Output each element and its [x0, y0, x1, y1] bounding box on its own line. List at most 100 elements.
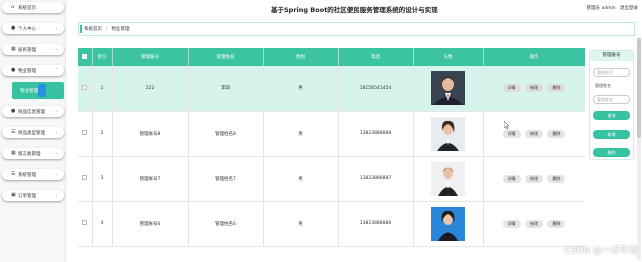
table-row[interactable]: 4 管理账号6 管理姓名6 男 13823888886 详情 修改 删除 — [78, 201, 585, 247]
top-header: 基于Spring Boot的社区便民服务管理系统的设计与实现 管理员 admin… — [66, 0, 642, 16]
index-cell: 4 — [92, 201, 113, 247]
actions-cell: 详情 修改 删除 — [483, 111, 585, 157]
sidebar-item-messages[interactable]: ▦ 留言板管理 ⌄ — [2, 148, 64, 159]
chevron-down-icon: ⌄ — [54, 171, 58, 176]
row-checkbox[interactable] — [82, 130, 88, 135]
phone-cell: 18156541454 — [338, 66, 414, 112]
row-checkbox[interactable] — [82, 84, 88, 90]
scrollbar-thumb[interactable] — [637, 38, 641, 138]
person-icon: ● — [11, 67, 16, 73]
sidebar-item-label: 个人中心 — [18, 26, 36, 32]
avatar-photo — [431, 161, 465, 196]
avatar-photo — [431, 206, 465, 241]
user-area: 管理员 admin 退出登录 — [584, 5, 638, 11]
row-select-cell[interactable] — [78, 201, 93, 247]
sidebar-item-label: 系统管理 — [18, 172, 36, 178]
add-button[interactable]: 新增 — [593, 130, 630, 139]
column-header: 管理账号 — [112, 48, 189, 66]
column-header: 操作 — [483, 48, 585, 66]
sidebar-item-label: 订单管理 — [18, 193, 36, 199]
submenu-item-property-management[interactable]: 物业管理 — [12, 82, 64, 99]
batch-delete-button[interactable]: 删除 — [593, 148, 630, 157]
edit-button[interactable]: 修改 — [525, 84, 543, 93]
detail-button[interactable]: 详情 — [502, 84, 521, 93]
row-checkbox[interactable] — [82, 220, 88, 225]
list-icon: ☰ — [11, 171, 16, 177]
name-search-input[interactable]: 管理姓名 — [593, 95, 630, 104]
select-all-header[interactable] — [78, 48, 93, 66]
watermark: CSDN @一点毕设 — [564, 246, 638, 256]
gender-cell: 男 — [263, 201, 339, 247]
grid-icon: ▦ — [11, 46, 16, 52]
actions-cell: 详情 修改 删除 — [483, 201, 585, 247]
delete-button[interactable]: 删除 — [547, 129, 566, 138]
index-cell: 2 — [92, 111, 113, 157]
table-row[interactable]: 3 管理账号7 管理姓名7 男 13823888887 详情 修改 删除 — [78, 156, 585, 202]
delete-button[interactable]: 删除 — [547, 174, 566, 183]
chevron-down-icon: ⌄ — [54, 129, 58, 134]
sidebar-item-profile[interactable]: ● 个人中心 ⌄ — [2, 23, 64, 34]
logout-link[interactable]: 退出登录 — [620, 6, 638, 11]
sidebar-item-label: 商品类型管理 — [18, 130, 45, 136]
avatar-cell — [413, 111, 484, 157]
phone-cell: 13823888888 — [338, 111, 414, 157]
detail-button[interactable]: 详情 — [502, 129, 521, 138]
breadcrumb: 系统首页 | 物业管理 — [78, 22, 635, 36]
edit-button[interactable]: 修改 — [525, 174, 543, 183]
sidebar-item-goods-info[interactable]: ● 商品信息管理 ⌄ — [2, 106, 64, 117]
vertical-scrollbar[interactable] — [637, 38, 641, 260]
table-row[interactable]: 1 222 李四 男 18156541454 详情 修改 删除 — [78, 66, 585, 112]
cart-icon: ▣ — [11, 192, 16, 198]
sidebar-item-property[interactable]: ● 物业管理 ⌃ — [2, 65, 64, 76]
account-search-input[interactable]: 管理账号 — [593, 68, 630, 77]
select-all-checkbox[interactable] — [82, 53, 88, 59]
chevron-down-icon: ⌄ — [54, 46, 58, 51]
chevron-down-icon: ⌄ — [54, 150, 58, 155]
avatar-cell — [413, 156, 484, 202]
index-cell: 3 — [92, 156, 113, 202]
sidebar-item-goods-type[interactable]: ☰ 商品类型管理 ⌄ — [2, 127, 64, 138]
edit-button[interactable]: 修改 — [525, 129, 543, 138]
row-select-cell[interactable] — [78, 111, 93, 157]
sidebar-item-label: 留言板管理 — [18, 151, 41, 157]
account-cell: 管理账号6 — [112, 201, 189, 247]
app-title: 基于Spring Boot的社区便民服务管理系统的设计与实现 — [271, 6, 438, 14]
column-header: 头像 — [413, 48, 484, 66]
actions-cell: 详情 修改 删除 — [483, 156, 585, 202]
sidebar-item-system[interactable]: ☰ 系统管理 ⌄ — [2, 169, 64, 180]
sidebar-item-residents[interactable]: ▦ 居民管理 ⌄ — [2, 44, 64, 55]
column-header: 索引 — [92, 48, 113, 66]
phone-cell: 13823888886 — [338, 201, 414, 247]
account-cell: 管理账号7 — [112, 156, 189, 202]
row-select-cell[interactable] — [78, 66, 93, 112]
row-select-cell[interactable] — [78, 156, 93, 202]
sidebar-item-home[interactable]: ⌂ 系统首页 — [2, 2, 64, 13]
avatar-cell — [413, 66, 484, 112]
sidebar-item-label: 居民管理 — [18, 47, 36, 53]
avatar-photo — [431, 116, 465, 151]
row-checkbox[interactable] — [82, 175, 88, 180]
grid-icon: ▦ — [11, 150, 16, 156]
table-row[interactable]: 2 管理账号8 管理姓名8 男 13823888888 详情 修改 删除 — [78, 111, 585, 157]
breadcrumb-home[interactable]: 系统首页 — [84, 26, 102, 32]
detail-button[interactable]: 详情 — [502, 219, 521, 228]
person-icon: ● — [11, 25, 16, 31]
sidebar-item-orders[interactable]: ▣ 订单管理 ⌄ — [2, 190, 64, 201]
user-name: 管理员 admin — [586, 6, 616, 11]
mouse-cursor-icon — [504, 121, 510, 129]
detail-button[interactable]: 详情 — [502, 174, 521, 183]
sidebar-item-label: 商品信息管理 — [18, 109, 45, 115]
edit-button[interactable]: 修改 — [525, 219, 543, 228]
breadcrumb-current: 物业管理 — [111, 27, 130, 32]
delete-button[interactable]: 删除 — [547, 84, 566, 93]
avatar-photo — [431, 71, 465, 106]
phone-cell: 13823888887 — [338, 156, 414, 202]
gender-cell: 男 — [263, 111, 339, 157]
delete-button[interactable]: 删除 — [547, 219, 566, 228]
chevron-up-icon: ⌃ — [54, 67, 58, 72]
search-panel-title: 管理账号 — [590, 51, 633, 61]
search-button[interactable]: 查询 — [593, 111, 630, 120]
column-header: 管理姓名 — [188, 48, 264, 66]
breadcrumb-separator: | — [106, 26, 108, 32]
active-indicator — [38, 84, 46, 97]
